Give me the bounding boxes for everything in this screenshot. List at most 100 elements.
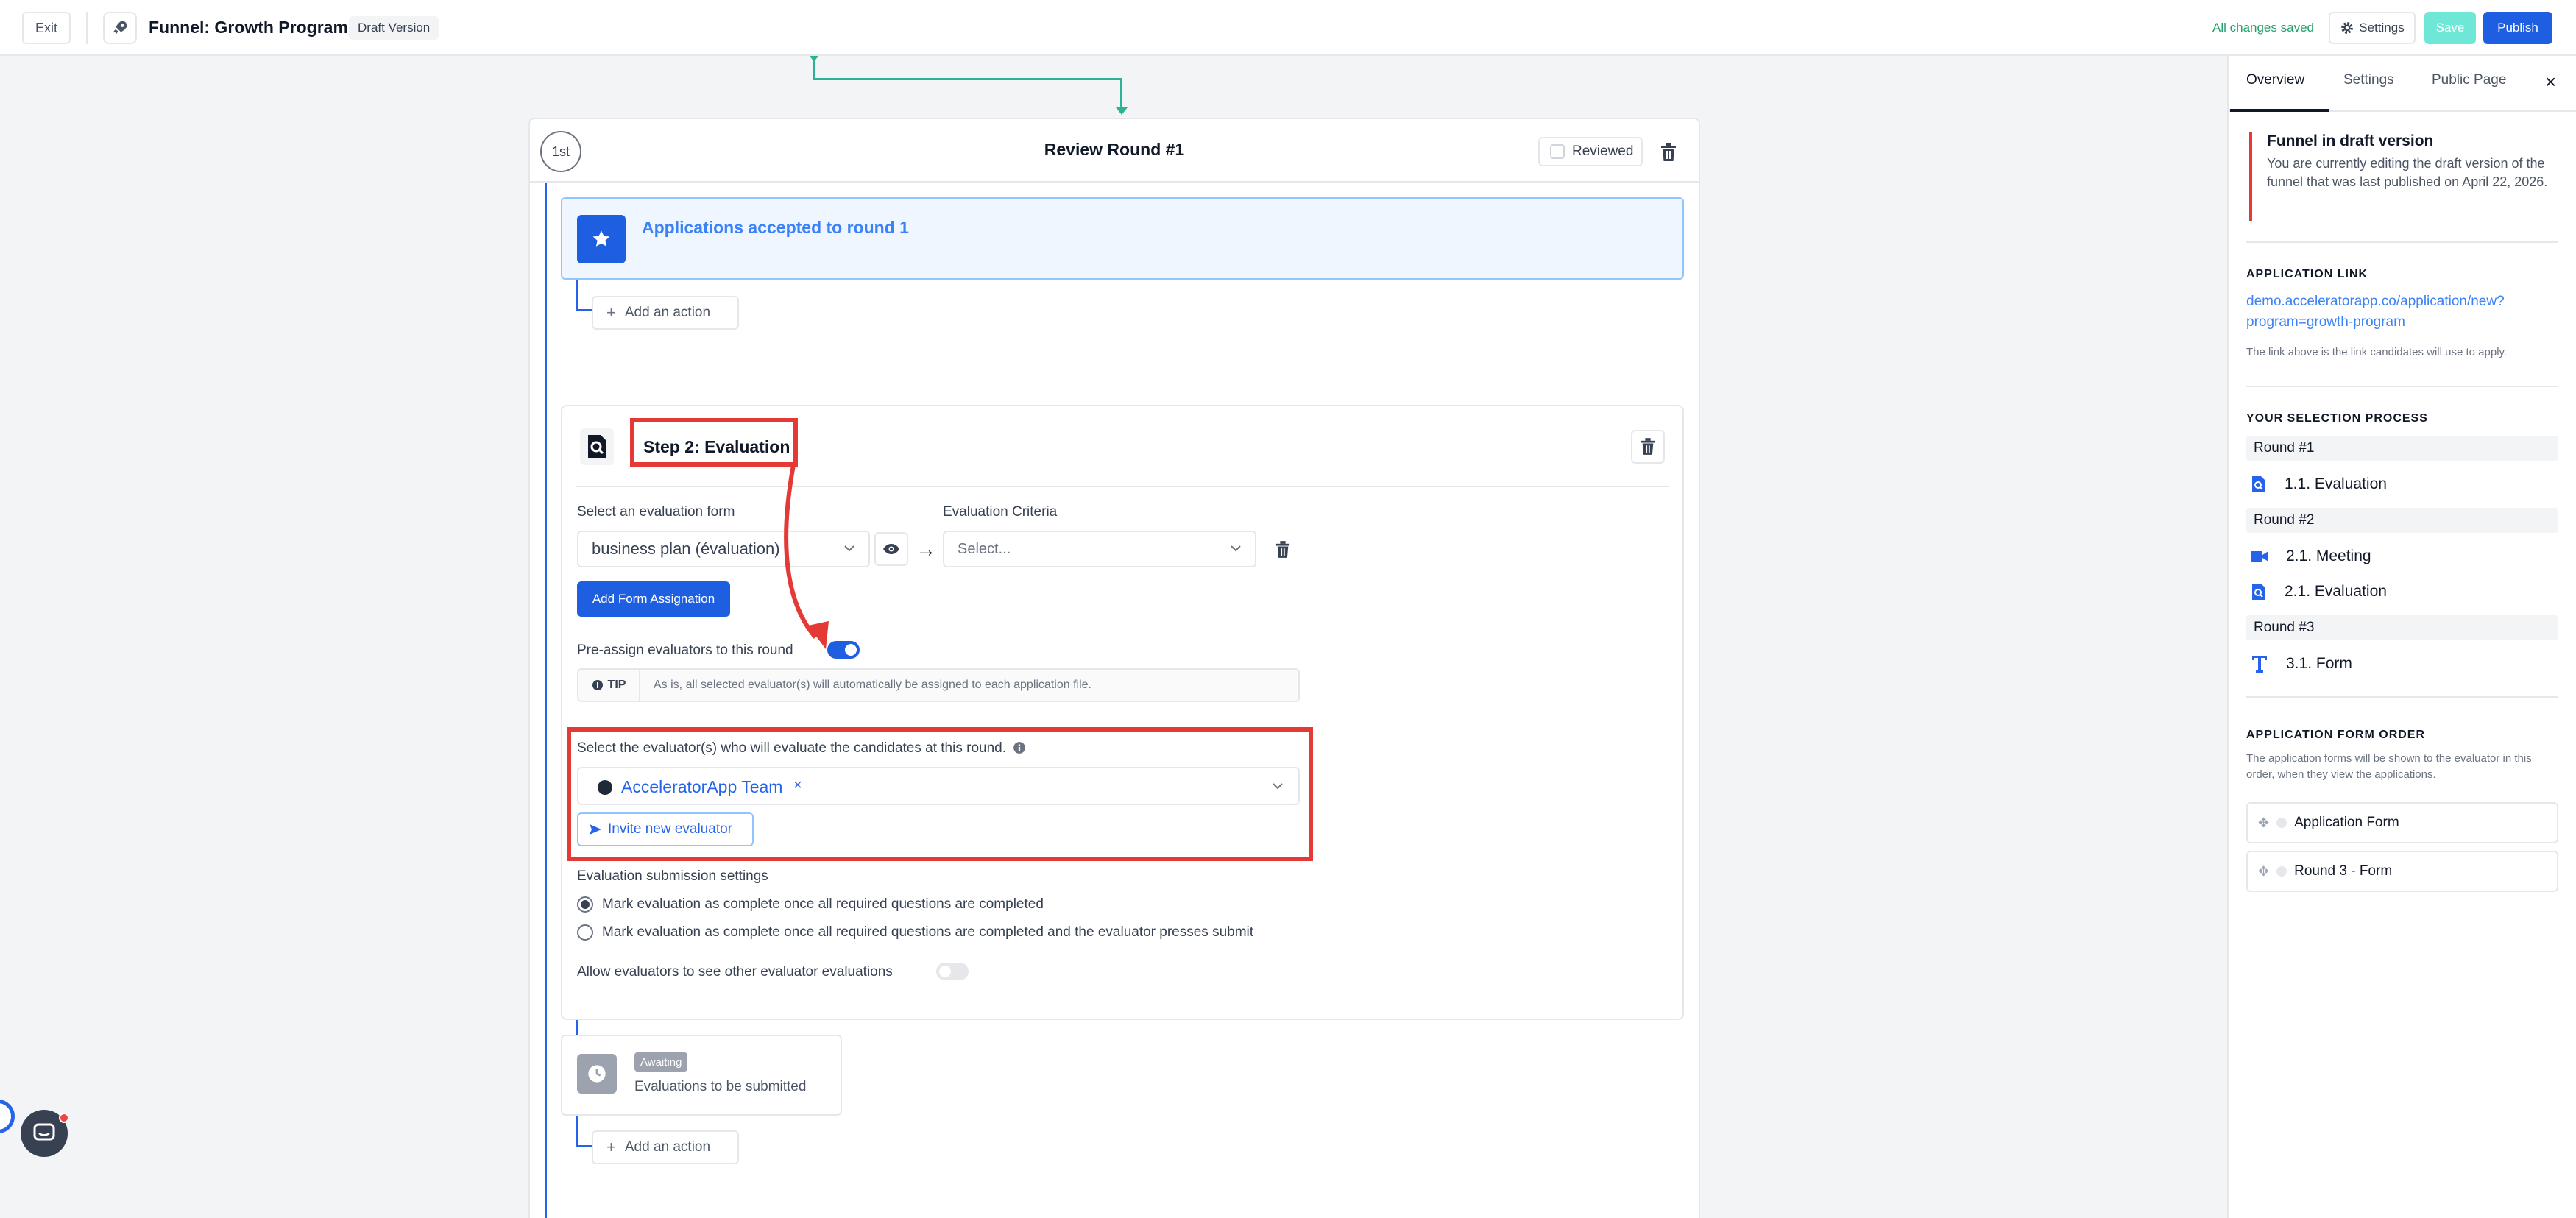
drag-handle-icon[interactable]: ✥ bbox=[2258, 864, 2269, 879]
trash-icon bbox=[1661, 143, 1676, 161]
awaiting-step[interactable]: Awaiting Evaluations to be submitted bbox=[561, 1035, 842, 1116]
process-item[interactable]: 2.1. Meeting bbox=[2251, 545, 2371, 568]
connector-line bbox=[813, 78, 1122, 80]
accepted-step[interactable]: Applications accepted to round 1 bbox=[561, 197, 1684, 280]
timeline-line bbox=[576, 309, 593, 311]
reviewed-label: Reviewed bbox=[1572, 144, 1634, 159]
info-icon bbox=[592, 680, 603, 690]
delete-step-button[interactable] bbox=[1631, 430, 1665, 464]
order-item[interactable]: ✥ Round 3 - Form bbox=[2246, 851, 2558, 892]
criteria-label: Evaluation Criteria bbox=[943, 504, 1058, 520]
plus-icon: + bbox=[606, 1138, 616, 1156]
order-item-label: Round 3 - Form bbox=[2294, 863, 2393, 879]
timeline-line bbox=[576, 1145, 593, 1147]
tab-settings[interactable]: Settings bbox=[2343, 72, 2394, 88]
app-link-note: The link above is the link candidates wi… bbox=[2246, 346, 2508, 358]
submission-radio-1[interactable] bbox=[577, 896, 593, 913]
save-status: All changes saved bbox=[2212, 21, 2314, 35]
trash-icon bbox=[1641, 438, 1655, 455]
order-title: APPLICATION FORM ORDER bbox=[2246, 729, 2426, 741]
exit-button[interactable]: Exit bbox=[22, 12, 71, 44]
order-item[interactable]: ✥ Application Form bbox=[2246, 802, 2558, 843]
chevron-down-icon bbox=[1231, 545, 1241, 552]
delete-round-button[interactable] bbox=[1657, 140, 1680, 165]
submission-label: Evaluation submission settings bbox=[577, 868, 768, 884]
star-icon bbox=[577, 215, 626, 263]
text-icon bbox=[2252, 656, 2267, 673]
highlight-box bbox=[567, 727, 1313, 861]
publish-button[interactable]: Publish bbox=[2483, 12, 2552, 44]
app-link-title: APPLICATION LINK bbox=[2246, 268, 2368, 280]
draft-notice-text: You are currently editing the draft vers… bbox=[2267, 156, 2548, 189]
submission-option-1: Mark evaluation as complete once all req… bbox=[602, 896, 1044, 912]
draft-badge: Draft Version bbox=[349, 16, 439, 40]
timeline-line bbox=[576, 1020, 578, 1035]
process-item[interactable]: 3.1. Form bbox=[2251, 652, 2352, 676]
tab-public-page[interactable]: Public Page bbox=[2432, 72, 2506, 88]
overview-panel: Overview Settings Public Page × Funnel i… bbox=[2227, 56, 2576, 1218]
order-note: The application forms will be shown to t… bbox=[2246, 752, 2532, 781]
application-link[interactable]: demo.acceleratorapp.co/application/new? … bbox=[2246, 291, 2555, 333]
arrow-right-icon: → bbox=[916, 538, 936, 561]
clock-icon bbox=[577, 1054, 617, 1094]
criteria-placeholder: Select... bbox=[958, 540, 1011, 557]
highlight-box bbox=[630, 418, 798, 467]
process-item-label: 1.1. Evaluation bbox=[2285, 475, 2387, 492]
dot-icon bbox=[2276, 818, 2287, 828]
toggle-knob bbox=[939, 966, 951, 977]
connector-arrow-icon bbox=[810, 56, 818, 62]
timeline-line bbox=[545, 183, 547, 1218]
eval-form-label: Select an evaluation form bbox=[577, 504, 735, 520]
order-item-label: Application Form bbox=[2294, 815, 2399, 830]
add-form-assignation-button[interactable]: Add Form Assignation bbox=[577, 581, 730, 617]
save-button[interactable]: Save bbox=[2424, 12, 2476, 44]
process-item-label: 3.1. Form bbox=[2286, 655, 2352, 672]
preassign-label: Pre-assign evaluators to this round bbox=[577, 642, 793, 658]
app-link-line2: program=growth-program bbox=[2246, 314, 2405, 330]
add-action-label: Add an action bbox=[624, 1139, 711, 1155]
tab-overview[interactable]: Overview bbox=[2246, 72, 2304, 88]
delete-assignation-button[interactable] bbox=[1272, 537, 1294, 562]
timeline-line bbox=[576, 1116, 578, 1147]
awaiting-text: Evaluations to be submitted bbox=[634, 1079, 807, 1094]
add-action-label: Add an action bbox=[624, 305, 711, 320]
settings-button[interactable]: Settings bbox=[2329, 12, 2416, 44]
add-action-button[interactable]: + Add an action bbox=[592, 296, 739, 330]
divider bbox=[576, 486, 1669, 487]
criteria-select[interactable]: Select... bbox=[943, 531, 1256, 567]
gear-icon bbox=[2341, 22, 2354, 34]
draft-notice-title: Funnel in draft version bbox=[2267, 132, 2434, 149]
submission-option-2: Mark evaluation as complete once all req… bbox=[602, 924, 1254, 940]
tip-label-text: TIP bbox=[607, 679, 626, 691]
evaluation-icon bbox=[2252, 584, 2265, 600]
chevron-down-icon bbox=[844, 545, 854, 552]
tip-label: TIP bbox=[578, 670, 640, 701]
round-row: Round #1 bbox=[2246, 436, 2558, 461]
annotation-arrow bbox=[784, 464, 829, 649]
add-action-button[interactable]: + Add an action bbox=[592, 1130, 739, 1164]
divider bbox=[2246, 696, 2558, 698]
help-widget[interactable] bbox=[0, 1100, 15, 1133]
video-icon bbox=[2251, 551, 2268, 562]
process-item[interactable]: 2.1. Evaluation bbox=[2251, 580, 2387, 603]
drag-handle-icon[interactable]: ✥ bbox=[2258, 815, 2269, 831]
rocket-icon bbox=[103, 12, 137, 44]
trash-icon bbox=[1275, 541, 1290, 558]
allow-see-toggle[interactable] bbox=[936, 963, 969, 980]
submission-radio-2[interactable] bbox=[577, 924, 593, 941]
process-title: YOUR SELECTION PROCESS bbox=[2246, 412, 2428, 425]
eye-icon bbox=[883, 544, 899, 554]
close-icon[interactable]: × bbox=[2545, 71, 2556, 93]
top-bar: Exit Funnel: Growth Program Draft Versio… bbox=[0, 0, 2576, 56]
evaluation-icon bbox=[2252, 476, 2265, 492]
tip-box: TIP As is, all selected evaluator(s) wil… bbox=[577, 668, 1300, 702]
allow-see-label: Allow evaluators to see other evaluator … bbox=[577, 964, 893, 980]
preview-form-button[interactable] bbox=[874, 532, 908, 566]
page-title: Funnel: Growth Program bbox=[149, 18, 348, 37]
divider bbox=[2246, 386, 2558, 387]
process-item[interactable]: 1.1. Evaluation bbox=[2251, 472, 2387, 496]
reviewed-checkbox[interactable]: Reviewed bbox=[1538, 137, 1643, 166]
toggle-knob bbox=[845, 644, 857, 656]
checkbox[interactable] bbox=[1550, 144, 1565, 159]
accepted-text: Applications accepted to round 1 bbox=[642, 218, 909, 237]
